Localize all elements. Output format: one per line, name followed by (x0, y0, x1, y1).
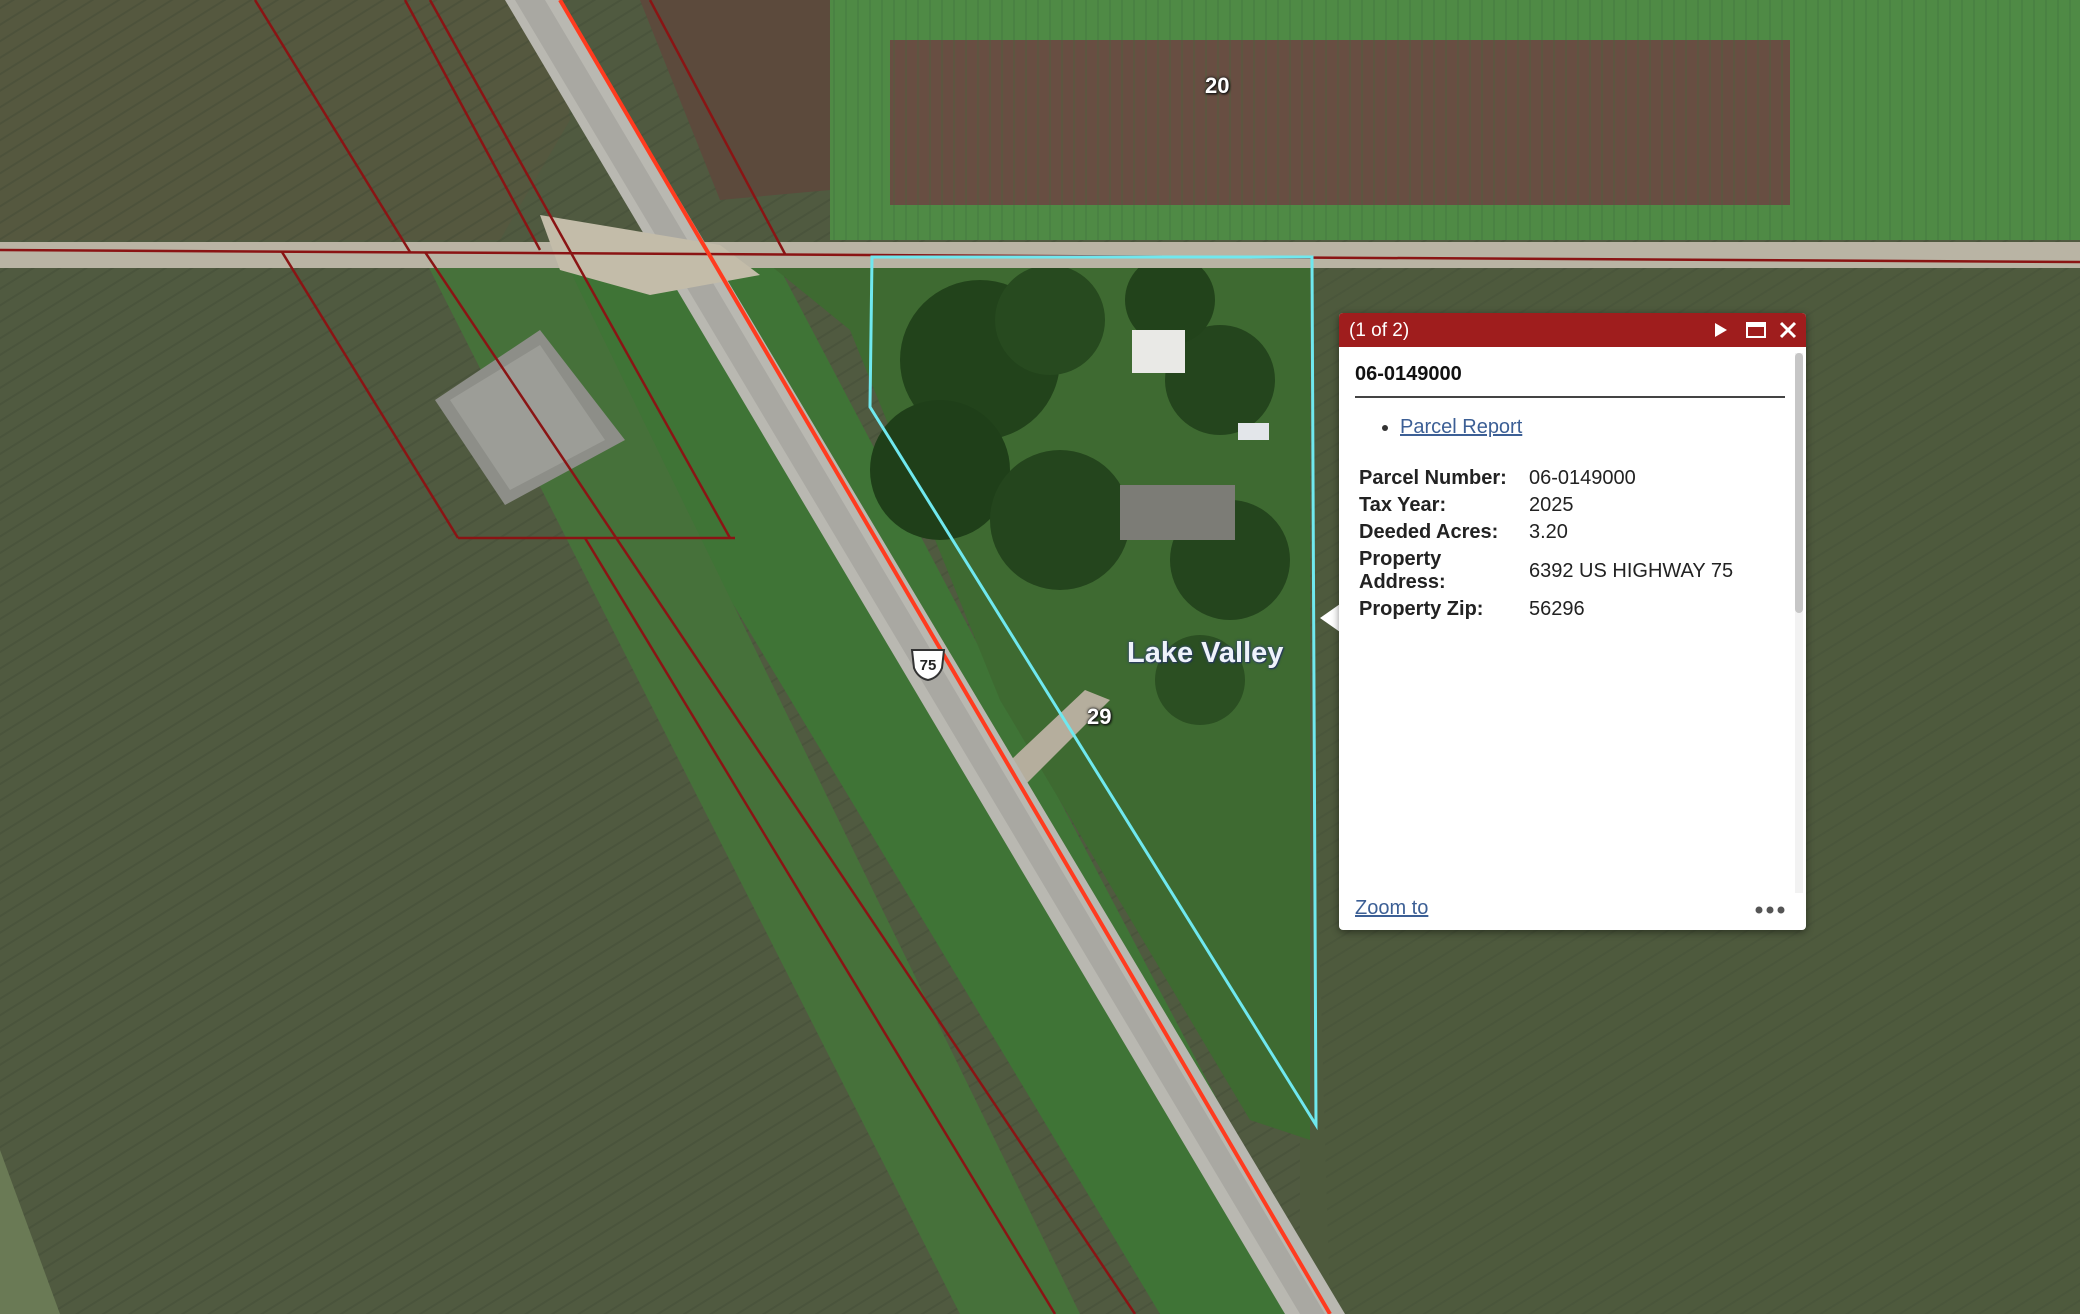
attribute-label: Property Address: (1359, 548, 1446, 593)
maximize-icon (1746, 322, 1766, 338)
more-icon (1755, 906, 1785, 914)
zoom-to-link[interactable]: Zoom to (1355, 897, 1428, 920)
popup-scrollbar[interactable] (1795, 353, 1803, 893)
close-button[interactable] (1776, 318, 1800, 342)
lot-number-label: 29 (1087, 704, 1112, 729)
attribute-value: 3.20 (1529, 521, 1568, 543)
table-row: Tax Year: 2025 (1355, 492, 1737, 519)
table-row: Parcel Number: 06-0149000 (1355, 465, 1737, 492)
parcel-report-link[interactable]: Parcel Report (1400, 416, 1522, 438)
feature-counter: (1 of 2) (1349, 320, 1410, 341)
attribute-value: 06-0149000 (1529, 467, 1636, 489)
next-feature-button[interactable] (1708, 318, 1732, 342)
attribute-label: Parcel Number: (1359, 467, 1507, 489)
popup-title: 06-0149000 (1355, 363, 1785, 398)
play-icon (1715, 323, 1727, 337)
maximize-button[interactable] (1744, 318, 1768, 342)
list-item: Parcel Report (1400, 416, 1785, 439)
popup-footer: Zoom to (1355, 897, 1795, 927)
attribute-table: Parcel Number: 06-0149000 Tax Year: 2025… (1355, 465, 1737, 623)
popup-pointer (1320, 604, 1340, 632)
scroll-thumb[interactable] (1795, 353, 1803, 613)
us-route-shield-icon: 75 (908, 648, 948, 682)
table-row: Property Address: 6392 US HIGHWAY 75 (1355, 546, 1737, 596)
table-row: Property Zip: 56296 (1355, 596, 1737, 623)
attribute-value: 2025 (1529, 494, 1574, 516)
route-number: 75 (919, 656, 937, 674)
link-list: Parcel Report (1355, 416, 1785, 439)
attribute-value: 6392 US HIGHWAY 75 (1529, 559, 1734, 582)
attribute-label: Property Zip: (1359, 598, 1484, 620)
feature-popup: (1 of 2) 06-0149000 Parcel Report Parcel… (1339, 313, 1806, 930)
attribute-value: 56296 (1529, 598, 1585, 620)
lot-number-label: 20 (1205, 73, 1230, 98)
table-row: Deeded Acres: 3.20 (1355, 519, 1737, 546)
close-icon (1779, 321, 1797, 339)
popup-header: (1 of 2) (1339, 313, 1806, 347)
more-actions-button[interactable] (1753, 903, 1787, 917)
attribute-label: Deeded Acres: (1359, 521, 1499, 543)
popup-content: 06-0149000 Parcel Report Parcel Number: … (1355, 363, 1785, 623)
attribute-label: Tax Year: (1359, 494, 1447, 516)
place-label: Lake Valley (1127, 637, 1284, 669)
